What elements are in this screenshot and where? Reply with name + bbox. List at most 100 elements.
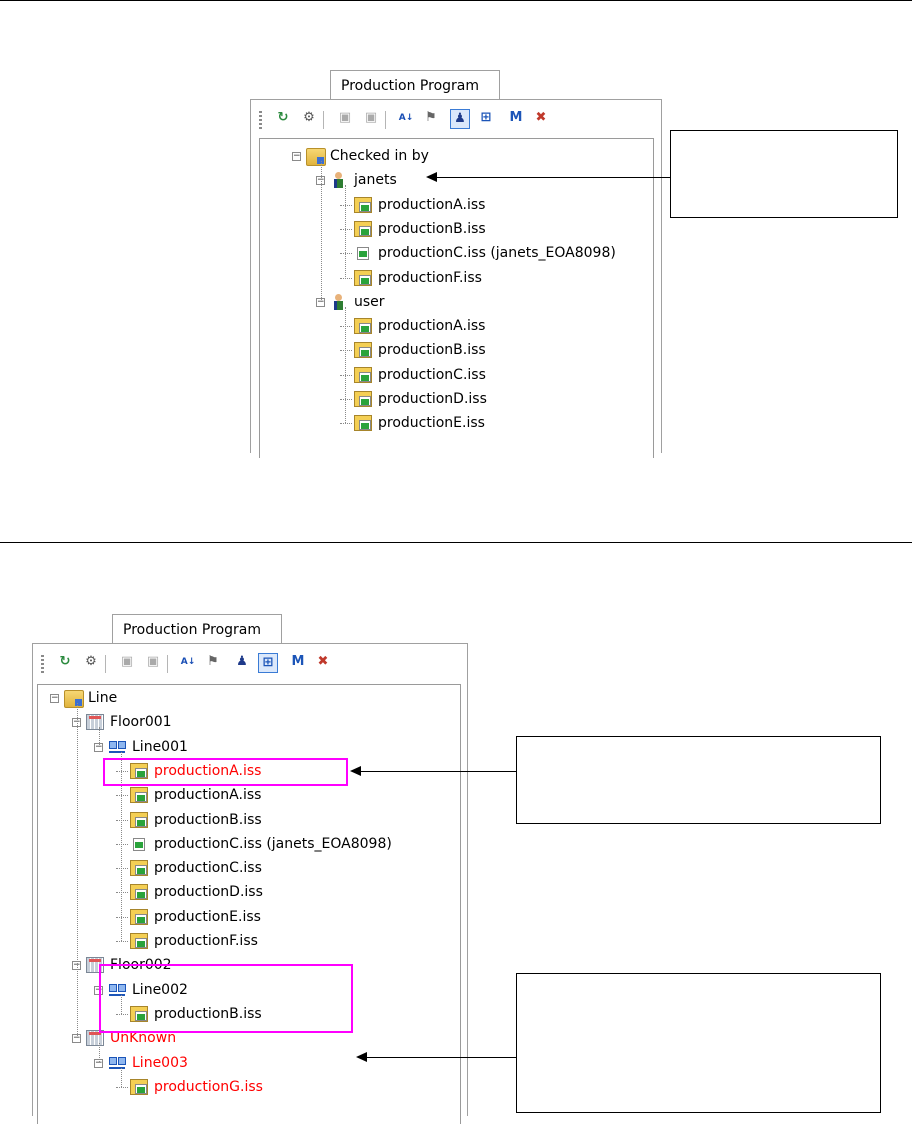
tree-connector [116, 819, 128, 821]
production-program-panel-bottom: ↻ ⚙ ▣ ▣ A↓ ⚑ ♟ ⊞ M ✖ Line − Floor001− Line001− produc… [32, 643, 468, 1124]
check-in-icon[interactable]: ▣ [335, 109, 355, 129]
tree-connector [116, 892, 128, 894]
checked-out-file-icon [130, 836, 148, 852]
toolbar-grip[interactable] [41, 655, 44, 673]
program-file-icon [130, 933, 148, 949]
program-file-icon [354, 415, 372, 432]
properties-icon[interactable]: ⚙ [299, 109, 319, 129]
tree-connector [77, 703, 78, 1039]
toolbar-grip[interactable] [259, 111, 262, 129]
tree-connector [116, 941, 128, 942]
toolbar-separator [385, 111, 386, 129]
tree-node-label: productionB.iss [154, 811, 262, 828]
tree-node-label: productionA.iss [154, 787, 262, 804]
program-file-icon [354, 318, 372, 335]
group-by-line-icon[interactable]: ⊞ [258, 653, 278, 673]
tree-connector [345, 306, 346, 424]
highlight-box [103, 758, 348, 786]
tree-view[interactable]: Line − Floor001− Line001− productionA.iss pro… [37, 684, 461, 1124]
program-file-icon [130, 884, 148, 901]
program-file-icon [354, 342, 372, 359]
macro-icon[interactable]: M [506, 109, 526, 129]
arrow-head-icon [426, 172, 437, 182]
program-file-icon [354, 196, 372, 213]
macro-icon[interactable]: M [288, 653, 308, 673]
filter-icon[interactable]: ⚑ [421, 109, 441, 129]
callout-box [516, 973, 881, 1113]
tree-node-label: productionC.iss (janets_EOA8098) [154, 835, 392, 852]
program-file-icon [354, 366, 372, 383]
delete-icon[interactable]: ✖ [531, 109, 551, 129]
callout-arrow [360, 771, 516, 772]
tree-node-label: productionG.iss [154, 1078, 263, 1095]
sort-az-icon[interactable]: A↓ [396, 109, 416, 129]
tree-connector [99, 727, 100, 747]
tree-node-label: productionC.iss [154, 860, 262, 877]
tree-connector [340, 326, 352, 328]
tree-connector [340, 423, 352, 425]
tree-node-label: productionE.iss [154, 908, 261, 925]
sort-az-icon[interactable]: A↓ [178, 653, 198, 673]
refresh-icon[interactable]: ↻ [273, 109, 293, 129]
tree-node-label: productionD.iss [378, 391, 487, 407]
program-file-icon [354, 391, 372, 407]
group-by-user-icon[interactable]: ♟ [450, 109, 470, 129]
program-file-icon [130, 811, 148, 828]
tree-connector [116, 795, 128, 797]
arrow-head-icon [350, 766, 361, 776]
tree-node-label: productionA.iss [378, 318, 486, 335]
tree-connector [116, 868, 128, 870]
tree-connector [340, 374, 352, 376]
group-by-line-icon[interactable]: ⊞ [476, 109, 496, 129]
tree-connector [340, 204, 352, 206]
tree-node-label: Floor001 [110, 714, 172, 731]
divider-top [0, 0, 912, 1]
tab-production-program[interactable]: Production Program [330, 70, 500, 100]
tree-node-label: productionA.iss [378, 196, 486, 213]
line-icon [108, 739, 126, 755]
folder-icon [306, 148, 326, 166]
tree-node-label: productionB.iss [378, 342, 486, 359]
program-file-icon [130, 860, 148, 877]
filter-icon[interactable]: ⚑ [203, 653, 223, 673]
program-file-icon [130, 908, 148, 925]
delete-icon[interactable]: ✖ [313, 653, 333, 673]
production-program-panel-top: ↻ ⚙ ▣ ▣ A↓ ⚑ ♟ ⊞ M ✖ Checked in by − janets − product… [250, 99, 662, 458]
tree-connector [116, 1086, 128, 1088]
tree-node-label: Line [88, 690, 118, 706]
callout-box [516, 736, 881, 824]
program-file-icon [130, 787, 148, 804]
collapse-icon[interactable]: − [292, 152, 301, 161]
tree-connector [121, 1067, 122, 1087]
group-by-user-icon[interactable]: ♟ [232, 653, 252, 673]
refresh-icon[interactable]: ↻ [55, 653, 75, 673]
tree-connector [116, 843, 128, 845]
line-icon [108, 1055, 126, 1071]
tree-view[interactable]: Checked in by − janets − productionA.iss prod… [259, 138, 654, 458]
program-file-icon [354, 269, 372, 286]
tab-production-program[interactable]: Production Program [112, 614, 282, 644]
properties-icon[interactable]: ⚙ [81, 653, 101, 673]
collapse-icon[interactable]: − [50, 694, 59, 703]
floor-icon [86, 714, 104, 731]
tree-node-label: productionC.iss [378, 366, 486, 383]
check-out-icon[interactable]: ▣ [143, 653, 163, 673]
tree-connector [345, 185, 346, 278]
tree-node-label: productionB.iss [378, 220, 486, 237]
callout-arrow [436, 177, 670, 178]
checked-out-file-icon [354, 245, 372, 261]
tree-node-label: productionE.iss [378, 415, 485, 432]
program-file-icon [354, 220, 372, 237]
tree-node-label: productionF.iss [154, 933, 258, 949]
tree-connector [116, 916, 128, 918]
tree-connector [99, 1043, 100, 1063]
toolbar: ↻ ⚙ ▣ ▣ A↓ ⚑ ♟ ⊞ M ✖ [41, 649, 461, 679]
callout-arrow [366, 1057, 516, 1058]
tree-connector [340, 350, 352, 352]
check-out-icon[interactable]: ▣ [361, 109, 381, 129]
toolbar: ↻ ⚙ ▣ ▣ A↓ ⚑ ♟ ⊞ M ✖ [259, 105, 654, 135]
arrow-head-icon [356, 1052, 367, 1062]
tree-connector [321, 161, 322, 302]
program-file-icon [130, 1078, 148, 1095]
check-in-icon[interactable]: ▣ [117, 653, 137, 673]
